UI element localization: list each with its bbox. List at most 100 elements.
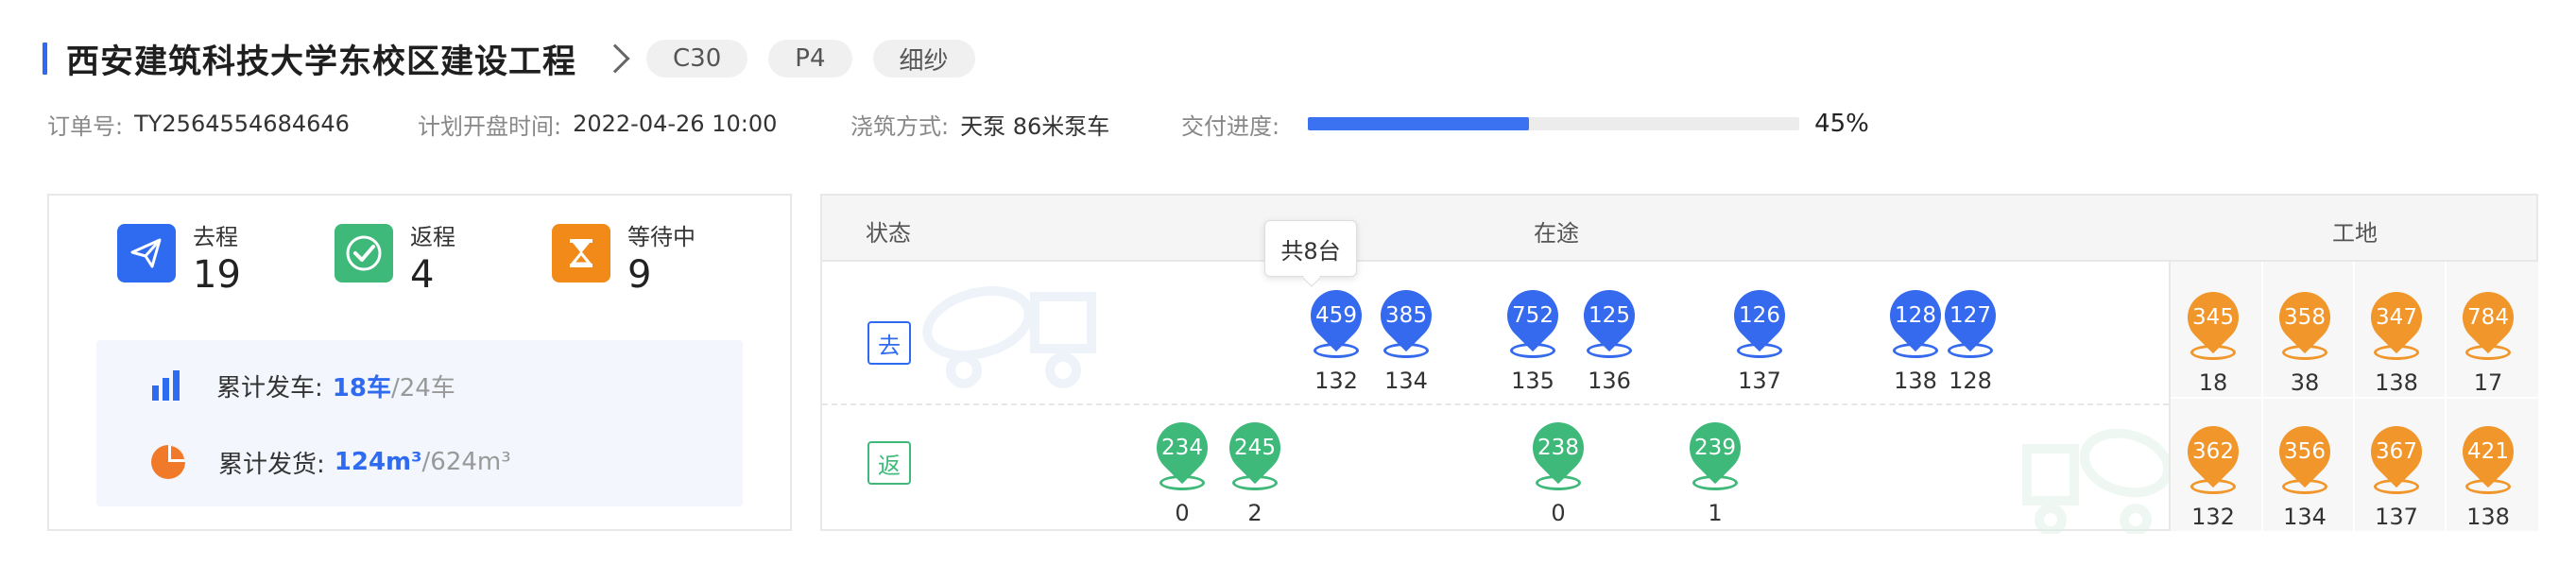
progress-percent: 45% [1814, 110, 1869, 138]
total-trucks-done: 18车 [332, 373, 391, 402]
pin-trip-label: 0 [1175, 500, 1190, 526]
pin-trip-label: 136 [1588, 368, 1631, 394]
progress-bar-fill [1308, 117, 1530, 130]
progress-bar [1308, 117, 1800, 130]
check-icon [335, 224, 393, 282]
pin-trip-label: 137 [2375, 504, 2418, 530]
pin-trip-label: 135 [1511, 368, 1554, 394]
dispatch-panel: 状态 在途 工地 去 返 459 132 385 134 752 135 125 136 126… [820, 194, 2540, 534]
pin-trip-label: 0 [1551, 500, 1566, 526]
project-title: 西安建筑科技大学东校区建设工程 [66, 43, 577, 81]
order-number: 订单号: TY2564554684646 [47, 108, 350, 141]
pin-vehicle-id: 234 [1161, 436, 1203, 460]
pin-trip-label: 18 [2198, 369, 2228, 396]
pin-trip-label: 128 [1949, 368, 1992, 394]
col-transit: 在途 [1534, 220, 1579, 247]
site-grid-line [2171, 397, 2540, 399]
pin-base-ring [1159, 475, 1205, 490]
col-site: 工地 [2332, 220, 2378, 247]
pin-base-ring [1232, 475, 1278, 490]
delivery-progress: 交付进度: 45% [1181, 108, 1869, 141]
pin-trip-label: 17 [2473, 369, 2503, 396]
pin-base-ring [2374, 345, 2419, 360]
pin-base-ring [2190, 479, 2236, 494]
pin-vehicle-id: 239 [1694, 436, 1736, 460]
total-trucks-label: 累计发车: [216, 373, 323, 402]
row-divider [822, 403, 2169, 405]
pin-base-ring [1587, 343, 1632, 358]
outbound-badge: 去 [867, 321, 911, 365]
plan-time-value: 2022-04-26 10:00 [573, 111, 778, 137]
pin-base-ring [1314, 343, 1359, 358]
plan-time-label: 计划开盘时间: [418, 112, 562, 140]
stat-waiting-value: 9 [627, 253, 652, 297]
order-number-value: TY2564554684646 [134, 111, 350, 137]
pin-vehicle-id: 345 [2192, 305, 2234, 330]
pin-trip-label: 138 [2375, 369, 2418, 396]
total-trucks-total: /24车 [390, 373, 455, 402]
pie-chart-icon [151, 445, 185, 479]
plan-time: 计划开盘时间: 2022-04-26 10:00 [418, 108, 777, 141]
pin-trip-label: 134 [2283, 504, 2327, 530]
mixer-truck-icon [922, 285, 1096, 388]
pin-base-ring [1948, 343, 1993, 358]
stat-waiting: 等待中 9 [552, 224, 696, 300]
tag-sand: 细纱 [872, 40, 975, 77]
pin-vehicle-id: 421 [2467, 439, 2509, 464]
pin-base-ring [2282, 345, 2327, 360]
pin-vehicle-id: 347 [2376, 305, 2417, 330]
pour-method-label: 浇筑方式: [850, 112, 950, 140]
pin-trip-label: 132 [2191, 504, 2235, 530]
tag-strength: C30 [646, 40, 748, 77]
delivery-progress-label: 交付进度: [1181, 112, 1280, 140]
pin-base-ring [1510, 343, 1555, 358]
paper-plane-icon [117, 224, 176, 282]
total-volume-total: /624m³ [421, 448, 511, 476]
mixer-truck-icon-return [2022, 428, 2173, 534]
hourglass-icon [552, 224, 610, 282]
col-status: 状态 [866, 220, 911, 247]
pour-method-value: 天泵 86米泵车 [960, 112, 1110, 140]
pin-base-ring [1692, 475, 1738, 490]
pin-vehicle-id: 362 [2192, 439, 2234, 464]
total-volume: 累计发货: 124m³ /624m³ [148, 442, 511, 482]
pin-base-ring [2374, 479, 2419, 494]
panel-header: 状态 在途 工地 [822, 196, 2536, 262]
pin-base-ring [2190, 345, 2236, 360]
chevron-right-icon[interactable] [600, 43, 630, 74]
stat-outbound-value: 19 [193, 253, 241, 297]
pin-vehicle-id: 358 [2284, 305, 2326, 330]
totals-box: 累计发车: 18车 /24车 累计发货: 124m³ /624m³ [96, 340, 743, 506]
pin-vehicle-id: 459 [1315, 303, 1357, 328]
pin-base-ring [2282, 479, 2327, 494]
total-trucks: 累计发车: 18车 /24车 [148, 367, 455, 404]
stat-outbound: 去程 19 [117, 224, 241, 300]
pin-base-ring [1737, 343, 1782, 358]
pin-vehicle-id: 128 [1895, 303, 1936, 328]
stat-return-label: 返程 [410, 224, 455, 250]
pin-vehicle-id: 126 [1739, 303, 1780, 328]
pin-trip-label: 134 [1384, 368, 1428, 394]
pin-vehicle-id: 356 [2284, 439, 2326, 464]
total-volume-label: 累计发货: [218, 450, 325, 479]
pin-base-ring [1893, 343, 1938, 358]
pin-vehicle-id: 245 [1234, 436, 1276, 460]
pin-vehicle-id: 752 [1512, 303, 1554, 328]
pin-vehicle-id: 125 [1589, 303, 1630, 328]
pour-method: 浇筑方式: 天泵 86米泵车 [850, 108, 1109, 141]
order-number-label: 订单号: [47, 112, 124, 140]
pin-vehicle-id: 367 [2376, 439, 2417, 464]
pin-trip-label: 137 [1738, 368, 1781, 394]
pin-trip-label: 2 [1247, 500, 1262, 526]
pin-base-ring [2465, 345, 2511, 360]
stats-card: 去程 19 返程 4 等待中 9 累计发车: 18车 /24车 累计发货: 12… [47, 194, 792, 531]
title-accent-bar [43, 43, 47, 75]
pin-base-ring [1536, 475, 1581, 490]
stat-waiting-label: 等待中 [627, 224, 696, 250]
pin-trip-label: 38 [2290, 369, 2320, 396]
pin-base-ring [1383, 343, 1429, 358]
pin-vehicle-id: 784 [2467, 305, 2509, 330]
pin-vehicle-id: 127 [1949, 303, 1991, 328]
pin-trip-label: 138 [2466, 504, 2510, 530]
return-badge: 返 [867, 441, 911, 485]
